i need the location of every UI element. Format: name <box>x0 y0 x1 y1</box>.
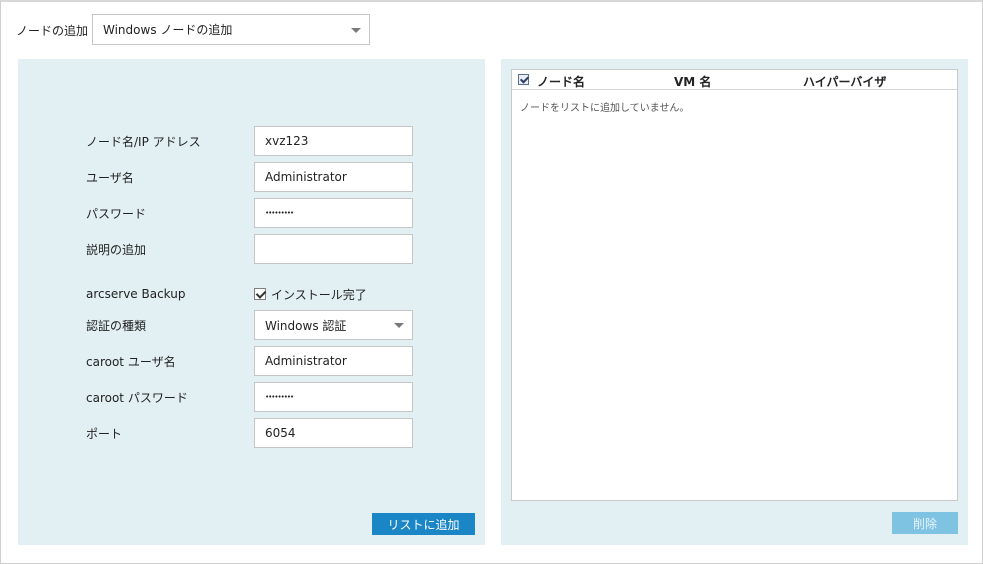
port-label: ポート <box>86 426 123 441</box>
caroot-password-input[interactable]: ••••••••• <box>254 382 413 412</box>
column-node-name[interactable]: ノード名 <box>537 73 585 90</box>
install-done-label: インストール完了 <box>271 287 367 302</box>
port-input[interactable]: 6054 <box>254 418 413 448</box>
install-done-row[interactable]: インストール完了 <box>254 285 367 303</box>
node-name-value: xvz123 <box>265 134 309 148</box>
description-label: 説明の追加 <box>86 242 147 257</box>
caroot-password-value: ••••••••• <box>265 393 294 401</box>
add-node-type-value: Windows ノードの追加 <box>103 23 233 37</box>
auth-type-select[interactable]: Windows 認証 <box>254 310 413 340</box>
caroot-password-label: caroot パスワード <box>86 390 188 405</box>
chevron-down-icon <box>351 27 361 33</box>
node-list-panel: ノード名 VM 名 ハイパーバイザ ノードをリストに追加していません。 削除 <box>501 59 968 545</box>
add-node-type-select[interactable]: Windows ノードの追加 <box>92 14 370 45</box>
node-list-table: ノード名 VM 名 ハイパーバイザ ノードをリストに追加していません。 <box>511 69 958 501</box>
port-value: 6054 <box>265 426 296 440</box>
dialog-frame: ノードの追加 Windows ノードの追加 ノード名/IP アドレス xvz12… <box>0 0 983 564</box>
node-form-panel: ノード名/IP アドレス xvz123 ユーザ名 Administrator パ… <box>18 59 485 545</box>
add-node-label: ノードの追加 <box>16 24 89 38</box>
chevron-down-icon <box>394 323 404 328</box>
add-to-list-button[interactable]: リストに追加 <box>372 513 475 535</box>
column-vm-name[interactable]: VM 名 <box>674 73 711 90</box>
column-hypervisor[interactable]: ハイパーバイザ <box>803 73 886 90</box>
empty-list-message: ノードをリストに追加していません。 <box>520 103 690 114</box>
caroot-user-input[interactable]: Administrator <box>254 346 413 376</box>
user-name-value: Administrator <box>265 170 347 184</box>
auth-type-value: Windows 認証 <box>265 318 347 333</box>
password-label: パスワード <box>86 206 147 221</box>
user-name-input[interactable]: Administrator <box>254 162 413 192</box>
table-header: ノード名 VM 名 ハイパーバイザ <box>512 70 957 90</box>
description-input[interactable] <box>254 234 413 264</box>
delete-button[interactable]: 削除 <box>892 512 958 534</box>
node-name-input[interactable]: xvz123 <box>254 126 413 156</box>
node-name-label: ノード名/IP アドレス <box>86 134 201 149</box>
caroot-user-value: Administrator <box>265 354 347 368</box>
select-all-checkbox[interactable] <box>518 74 529 85</box>
caroot-user-label: caroot ユーザ名 <box>86 354 176 369</box>
user-name-label: ユーザ名 <box>86 170 134 185</box>
auth-type-label: 認証の種類 <box>86 318 147 333</box>
install-done-checkbox[interactable] <box>254 288 266 300</box>
arcserve-backup-label: arcserve Backup <box>86 287 186 301</box>
password-value: ••••••••• <box>265 209 294 217</box>
password-input[interactable]: ••••••••• <box>254 198 413 228</box>
